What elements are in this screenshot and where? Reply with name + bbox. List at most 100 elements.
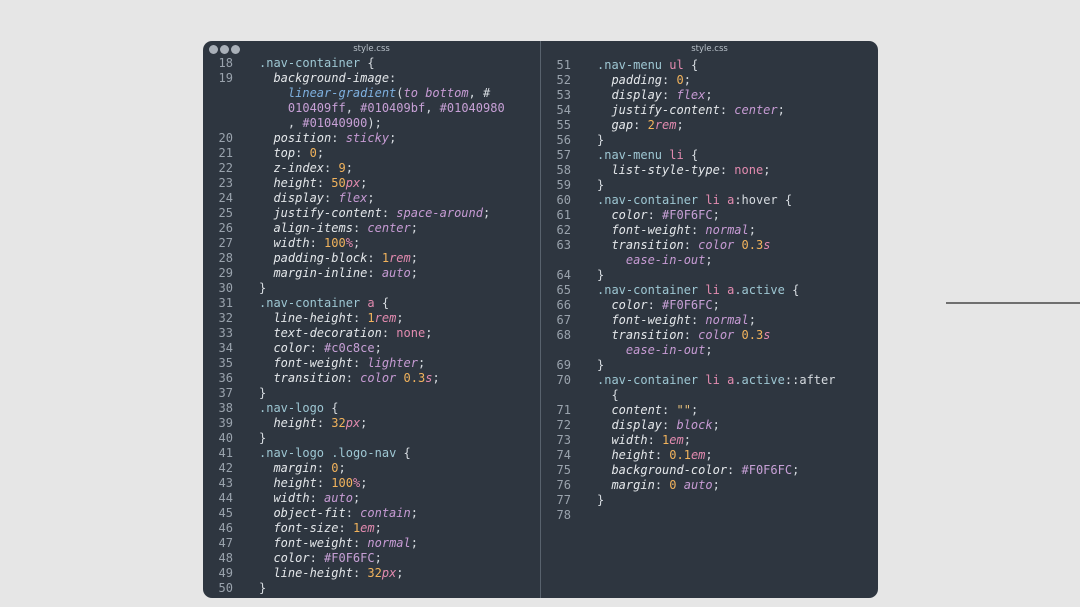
code-line[interactable]: 34 color: #c0c8ce; (203, 341, 540, 356)
line-number: 51 (556, 58, 571, 72)
code-line[interactable]: 76 margin: 0 auto; (541, 478, 878, 493)
code-line[interactable]: 50} (203, 581, 540, 596)
code-line[interactable]: 52 padding: 0; (541, 73, 878, 88)
line-number: 49 (218, 566, 233, 580)
code-line[interactable]: 30} (203, 281, 540, 296)
code-line[interactable]: 32 line-height: 1rem; (203, 311, 540, 326)
code-line[interactable]: 63 transition: color 0.3s (541, 238, 878, 253)
left-editor-pane[interactable]: style.css 18 .nav-container {19 backgroun… (203, 41, 540, 598)
code-token: ul (669, 58, 684, 72)
code-line[interactable]: 65 .nav-container li a.active { (541, 283, 878, 298)
code-line[interactable]: 68 transition: color 0.3s (541, 328, 878, 343)
code-token: ; (389, 131, 397, 145)
code-line[interactable]: 37} (203, 386, 540, 401)
code-text: line-height: 1rem; (259, 311, 403, 326)
code-token: 0 (676, 73, 684, 87)
code-token: ; (360, 476, 368, 490)
left-code-area[interactable]: 18 .nav-container {19 background-image: l… (203, 56, 540, 596)
code-line[interactable]: 19 background-image: (203, 71, 540, 86)
code-line[interactable]: 45 object-fit: contain; (203, 506, 540, 521)
line-number (541, 343, 571, 358)
code-line[interactable]: 42 margin: 0; (203, 461, 540, 476)
code-line[interactable]: 40} (203, 431, 540, 446)
code-line[interactable]: 28 padding-block: 1rem; (203, 251, 540, 266)
code-line[interactable]: 66 color: #F0F6FC; (541, 298, 878, 313)
code-line[interactable]: 67 font-weight: normal; (541, 313, 878, 328)
code-line[interactable]: 71 content: ""; (541, 403, 878, 418)
code-line[interactable]: 75 background-color: #F0F6FC; (541, 463, 878, 478)
code-line[interactable]: 46 font-size: 1em; (203, 521, 540, 536)
code-line[interactable]: 78 (541, 508, 878, 523)
code-line[interactable]: 57 .nav-menu li { (541, 148, 878, 163)
code-line[interactable]: 31 .nav-container a { (203, 296, 540, 311)
code-token: 1 (381, 251, 390, 265)
code-line[interactable]: 49 line-height: 32px; (203, 566, 540, 581)
code-line[interactable]: 20 position: sticky; (203, 131, 540, 146)
code-line[interactable]: 54 justify-content: center; (541, 103, 878, 118)
code-token: : (352, 311, 368, 325)
code-line[interactable]: 69} (541, 358, 878, 373)
code-line[interactable]: 72 display: block; (541, 418, 878, 433)
code-token: : (345, 371, 361, 385)
code-line[interactable]: 26 align-items: center; (203, 221, 540, 236)
code-line[interactable]: 53 display: flex; (541, 88, 878, 103)
code-line[interactable]: 41 .nav-logo .logo-nav { (203, 446, 540, 461)
code-line[interactable]: { (541, 388, 878, 403)
code-line[interactable]: 73 width: 1em; (541, 433, 878, 448)
code-text: list-style-type: none; (597, 163, 770, 178)
code-line[interactable]: 47 font-weight: normal; (203, 536, 540, 551)
code-line[interactable]: 36 transition: color 0.3s; (203, 371, 540, 386)
code-token: : (345, 506, 361, 520)
right-editor-pane[interactable]: style.css 51 .nav-menu ul {52 padding: 0;… (541, 41, 878, 598)
code-line[interactable]: 44 width: auto; (203, 491, 540, 506)
code-line[interactable]: ease-in-out; (541, 253, 878, 268)
code-line[interactable]: 29 margin-inline: auto; (203, 266, 540, 281)
code-line[interactable]: 24 display: flex; (203, 191, 540, 206)
code-token: ; (360, 416, 368, 430)
code-line[interactable]: 35 font-weight: lighter; (203, 356, 540, 371)
code-token: align-items (273, 221, 353, 235)
code-line[interactable]: 59} (541, 178, 878, 193)
code-line[interactable]: 39 height: 32px; (203, 416, 540, 431)
code-line[interactable]: 60 .nav-container li a:hover { (541, 193, 878, 208)
right-code-area[interactable]: 51 .nav-menu ul {52 padding: 0; 53 display… (541, 58, 878, 523)
code-line[interactable]: 27 width: 100%; (203, 236, 540, 251)
code-line[interactable]: 18 .nav-container { (203, 56, 540, 71)
code-line[interactable]: 74 height: 0.1em; (541, 448, 878, 463)
code-line[interactable]: 77} (541, 493, 878, 508)
code-line[interactable]: 21 top: 0; (203, 146, 540, 161)
code-line[interactable]: 25 justify-content: space-around; (203, 206, 540, 221)
code-line[interactable]: 61 color: #F0F6FC; (541, 208, 878, 223)
code-line[interactable]: 23 height: 50px; (203, 176, 540, 191)
code-line[interactable]: 33 text-decoration: none; (203, 326, 540, 341)
code-token: padding (611, 73, 663, 87)
code-line[interactable]: 70 .nav-container li a.active::after (541, 373, 878, 388)
code-token: ; (705, 253, 713, 267)
line-number (203, 101, 233, 116)
code-token: 2 (647, 118, 655, 132)
code-line[interactable]: 55 gap: 2rem; (541, 118, 878, 133)
code-line[interactable]: 58 list-style-type: none; (541, 163, 878, 178)
code-line[interactable]: 43 height: 100%; (203, 476, 540, 491)
code-token: #010409bf (360, 101, 426, 115)
code-line[interactable]: 38 .nav-logo { (203, 401, 540, 416)
code-token: ; (712, 298, 720, 312)
code-line[interactable]: 62 font-weight: normal; (541, 223, 878, 238)
left-file-name: style.css (353, 44, 390, 54)
code-line[interactable]: 48 color: #F0F6FC; (203, 551, 540, 566)
code-token: 100 (331, 476, 353, 490)
code-line[interactable]: ease-in-out; (541, 343, 878, 358)
code-line[interactable]: 64} (541, 268, 878, 283)
code-line[interactable]: linear-gradient(to bottom, # (203, 86, 540, 101)
code-line[interactable]: 51 .nav-menu ul { (541, 58, 878, 73)
code-line[interactable]: 56} (541, 133, 878, 148)
code-line[interactable]: 010409ff, #010409bf, #01040980 (203, 101, 540, 116)
code-text: height: 50px; (259, 176, 367, 191)
code-line[interactable]: 22 z-index: 9; (203, 161, 540, 176)
code-line[interactable]: , #01040900); (203, 116, 540, 131)
